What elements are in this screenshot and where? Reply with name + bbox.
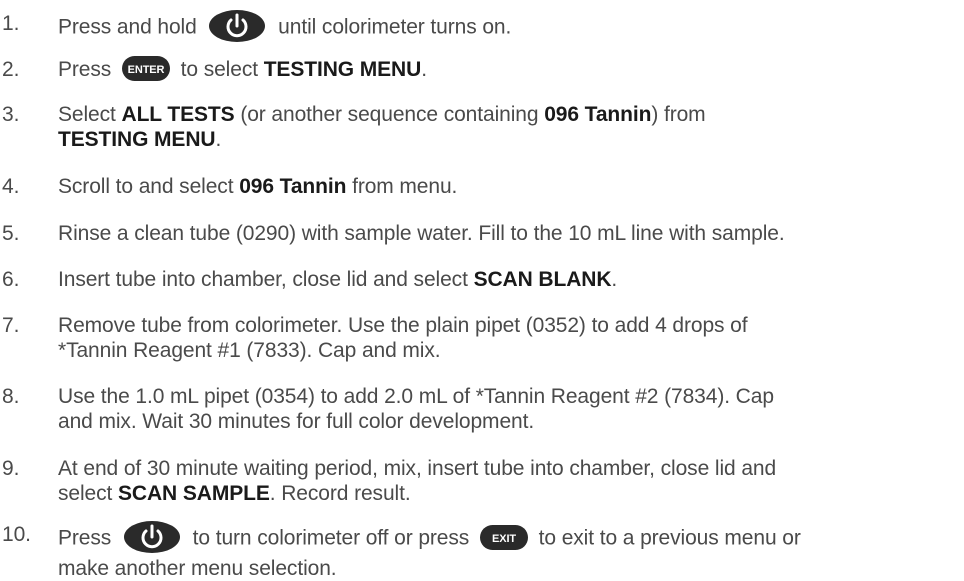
step-text-part: Press — [58, 526, 117, 550]
step-text-part: Press and hold — [58, 15, 203, 39]
step-text-line: *Tannin Reagent #1 (7833). Cap and mix. — [58, 339, 441, 362]
step-text: Insert tube into chamber, close lid and … — [58, 267, 963, 292]
step-number: 5. — [2, 222, 20, 245]
svg-text:EXIT: EXIT — [492, 533, 516, 545]
step-number: 10. — [2, 523, 31, 546]
step-bold-text: SCAN SAMPLE — [118, 482, 270, 505]
step-bold-text: SCAN BLANK — [473, 268, 612, 291]
exit-key-icon: EXIT — [479, 524, 529, 551]
step-text-line: Use the 1.0 mL pipet (0354) to add 2.0 m… — [58, 385, 774, 408]
step-bold-text: TESTING MENU — [58, 128, 216, 151]
enter-key-icon: ENTER — [121, 55, 171, 82]
step-text-part: to turn colorimeter off or press — [186, 526, 475, 550]
step-text-part: . — [215, 128, 222, 151]
step-text: Remove tube from colorimeter. Use the pl… — [58, 313, 963, 363]
step-number: 2. — [2, 58, 20, 81]
step-bold-text: TESTING MENU — [263, 58, 422, 82]
step-text-part: until colorimeter turns on. — [272, 15, 512, 39]
step-bold-text: 096 Tannin — [239, 175, 347, 198]
step-text: Select ALL TESTS (or another sequence co… — [58, 102, 963, 152]
step-text-line: Remove tube from colorimeter. Use the pl… — [58, 314, 748, 337]
step-text-part: to select — [174, 58, 264, 82]
svg-text:ENTER: ENTER — [128, 64, 165, 76]
step-text-part: ) from — [651, 103, 706, 126]
step-text-line: At end of 30 minute waiting period, mix,… — [58, 457, 777, 480]
power-icon — [208, 9, 266, 43]
step-text: Use the 1.0 mL pipet (0354) to add 2.0 m… — [58, 384, 963, 434]
step-text-part: Press — [58, 58, 117, 82]
step-number: 1. — [2, 12, 20, 35]
step-text: Scroll to and select 096 Tannin from men… — [58, 174, 963, 199]
step-text-part: . — [421, 58, 427, 82]
step-text-part: select — [58, 482, 113, 505]
step-text-part: . Record result. — [269, 482, 411, 505]
step-number: 3. — [2, 103, 20, 126]
step-bold-text: ALL TESTS — [121, 103, 235, 126]
step-text-line: and mix. Wait 30 minutes for full color … — [58, 410, 535, 433]
step-text-part: Insert tube into chamber, close lid and … — [58, 268, 468, 291]
step-text: Rinse a clean tube (0290) with sample wa… — [58, 222, 785, 245]
step-number: 7. — [2, 314, 20, 337]
step-text-part: Select — [58, 103, 116, 126]
step-text-part: from menu. — [352, 175, 458, 198]
step-text: Press to turn colorimeter off or press E… — [58, 520, 963, 581]
step-bold-text: 096 Tannin — [544, 103, 652, 126]
step-number: 4. — [2, 175, 20, 198]
step-text: Press ENTER to select TESTING MENU. — [58, 55, 963, 84]
step-text-part: (or another sequence containing — [240, 103, 539, 126]
step-text: At end of 30 minute waiting period, mix,… — [58, 456, 963, 506]
step-text-part: . — [611, 268, 618, 291]
step-number: 9. — [2, 457, 20, 480]
step-number: 8. — [2, 385, 20, 408]
step-number: 6. — [2, 268, 20, 291]
step-text: Press and hold until colorimeter turns o… — [58, 9, 963, 45]
step-text-part: to exit to a previous menu or — [532, 526, 801, 550]
step-text-part: Scroll to and select — [58, 175, 234, 198]
power-icon — [123, 520, 181, 554]
